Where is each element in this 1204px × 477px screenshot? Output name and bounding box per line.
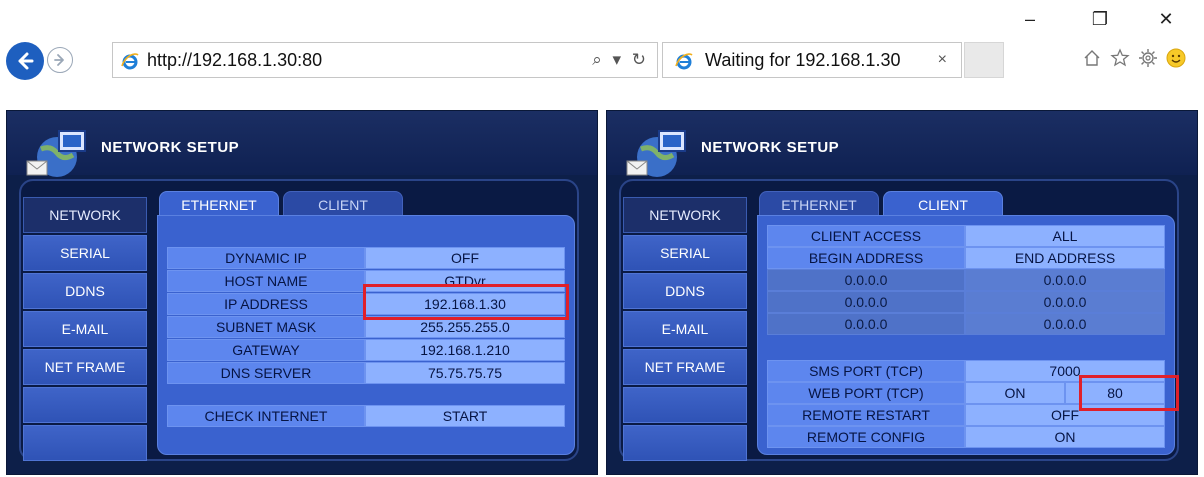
web-port-state[interactable]: ON	[965, 382, 1065, 404]
sidebar-item-ddns[interactable]: DDNS	[23, 273, 147, 309]
sidebar-item-net-frame[interactable]: NET FRAME	[23, 349, 147, 385]
tab-title: Waiting for 192.168.1.30	[705, 50, 901, 70]
tab-client[interactable]: CLIENT	[883, 191, 1003, 217]
setting-value[interactable]: 75.75.75.75	[365, 362, 565, 384]
setting-value[interactable]: 192.168.1.210	[365, 339, 565, 361]
begin-address-value[interactable]: 0.0.0.0	[767, 313, 965, 335]
begin-address-value[interactable]: 0.0.0.0	[767, 269, 965, 291]
new-tab-button[interactable]	[964, 42, 1004, 78]
forward-button[interactable]	[47, 47, 73, 73]
sidebar-item-serial[interactable]: SERIAL	[23, 235, 147, 271]
setting-label: CHECK INTERNET	[167, 405, 365, 427]
sidebar-item-email[interactable]: E-MAIL	[623, 311, 747, 347]
settings-gear-icon[interactable]	[1136, 46, 1160, 70]
minimize-button[interactable]: –	[1010, 4, 1050, 34]
back-arrow-icon	[18, 52, 34, 70]
sidebar-item-network[interactable]: NETWORK	[623, 197, 747, 233]
forward-arrow-icon	[54, 54, 64, 66]
browser-tab[interactable]: Waiting for 192.168.1.30 ×	[662, 42, 962, 78]
setting-row-gateway[interactable]: GATEWAY 192.168.1.210	[167, 339, 565, 361]
sidebar-item-serial[interactable]: SERIAL	[623, 235, 747, 271]
setting-row-dynamic-ip[interactable]: DYNAMIC IP OFF	[167, 247, 565, 269]
tab-client[interactable]: CLIENT	[283, 191, 403, 217]
setting-label: GATEWAY	[167, 339, 365, 361]
sidebar-empty-slot	[623, 387, 747, 423]
setting-label: HOST NAME	[167, 270, 365, 292]
address-range-row[interactable]: 0.0.0.0 0.0.0.0	[767, 269, 1165, 291]
network-globe-icon	[26, 130, 86, 177]
close-window-button[interactable]: ✕	[1146, 4, 1186, 34]
address-range-row[interactable]: 0.0.0.0 0.0.0.0	[767, 313, 1165, 335]
end-address-value[interactable]: 0.0.0.0	[965, 269, 1165, 291]
end-address-value[interactable]: 0.0.0.0	[965, 291, 1165, 313]
ie-logo-icon	[121, 53, 139, 70]
setting-row-check-internet[interactable]: CHECK INTERNET START	[167, 405, 565, 427]
check-internet-start-button[interactable]: START	[365, 405, 565, 427]
network-globe-icon	[626, 130, 686, 177]
ie-logo-icon	[675, 53, 693, 70]
sidebar-empty-slot	[623, 425, 747, 461]
tab-ethernet[interactable]: ETHERNET	[759, 191, 879, 217]
setting-row-remote-config[interactable]: REMOTE CONFIG ON	[767, 426, 1165, 448]
setting-label: DNS SERVER	[167, 362, 365, 384]
setting-row-dns-server[interactable]: DNS SERVER 75.75.75.75	[167, 362, 565, 384]
back-button[interactable]	[6, 42, 44, 80]
panel-title: NETWORK SETUP	[101, 139, 240, 156]
setting-row-client-access[interactable]: CLIENT ACCESS ALL	[767, 225, 1165, 247]
sidebar-empty-slot	[23, 425, 147, 461]
column-header-begin-address: BEGIN ADDRESS	[767, 247, 965, 269]
browser-chrome: – ❐ ✕ http://192.168.1.30:80 ⌕ ▾ ↻ Waiti…	[0, 0, 1204, 84]
range-header-row: BEGIN ADDRESS END ADDRESS	[767, 247, 1165, 269]
sidebar-item-net-frame[interactable]: NET FRAME	[623, 349, 747, 385]
home-icon[interactable]	[1080, 46, 1104, 70]
address-tools[interactable]: ⌕ ▾ ↻	[592, 50, 649, 70]
favorites-star-icon[interactable]	[1108, 46, 1132, 70]
address-bar[interactable]: http://192.168.1.30:80 ⌕ ▾ ↻	[112, 42, 658, 78]
setting-value[interactable]: ON	[965, 426, 1165, 448]
end-address-value[interactable]: 0.0.0.0	[965, 313, 1165, 335]
sidebar-item-email[interactable]: E-MAIL	[23, 311, 147, 347]
panel-header	[607, 111, 1197, 175]
smiley-feedback-icon[interactable]	[1164, 46, 1188, 70]
setting-label: REMOTE CONFIG	[767, 426, 965, 448]
restore-button[interactable]: ❐	[1080, 4, 1120, 34]
sidebar-item-ddns[interactable]: DDNS	[623, 273, 747, 309]
tab-ethernet[interactable]: ETHERNET	[159, 191, 279, 217]
begin-address-value[interactable]: 0.0.0.0	[767, 291, 965, 313]
panel-title: NETWORK SETUP	[701, 139, 840, 156]
setting-value[interactable]: OFF	[365, 247, 565, 269]
network-setup-panel-ethernet: NETWORK SETUP NETWORK SERIAL DDNS E-MAIL…	[6, 110, 598, 475]
setting-label: SUBNET MASK	[167, 316, 365, 338]
web-port-highlight-box	[1079, 375, 1179, 411]
setting-label: REMOTE RESTART	[767, 404, 965, 426]
panel-header	[7, 111, 597, 175]
address-range-row[interactable]: 0.0.0.0 0.0.0.0	[767, 291, 1165, 313]
sidebar-empty-slot	[23, 387, 147, 423]
column-header-end-address: END ADDRESS	[965, 247, 1165, 269]
setting-label: WEB PORT (TCP)	[767, 382, 965, 404]
setting-label: DYNAMIC IP	[167, 247, 365, 269]
ip-address-highlight-box	[363, 284, 569, 320]
setting-value[interactable]: ALL	[965, 225, 1165, 247]
setting-label: SMS PORT (TCP)	[767, 360, 965, 382]
address-url[interactable]: http://192.168.1.30:80	[147, 50, 322, 71]
setting-label: IP ADDRESS	[167, 293, 365, 315]
network-setup-panel-client: NETWORK SETUP NETWORK SERIAL DDNS E-MAIL…	[606, 110, 1198, 475]
sidebar-item-network[interactable]: NETWORK	[23, 197, 147, 233]
setting-label: CLIENT ACCESS	[767, 225, 965, 247]
tab-close-button[interactable]: ×	[938, 51, 947, 69]
